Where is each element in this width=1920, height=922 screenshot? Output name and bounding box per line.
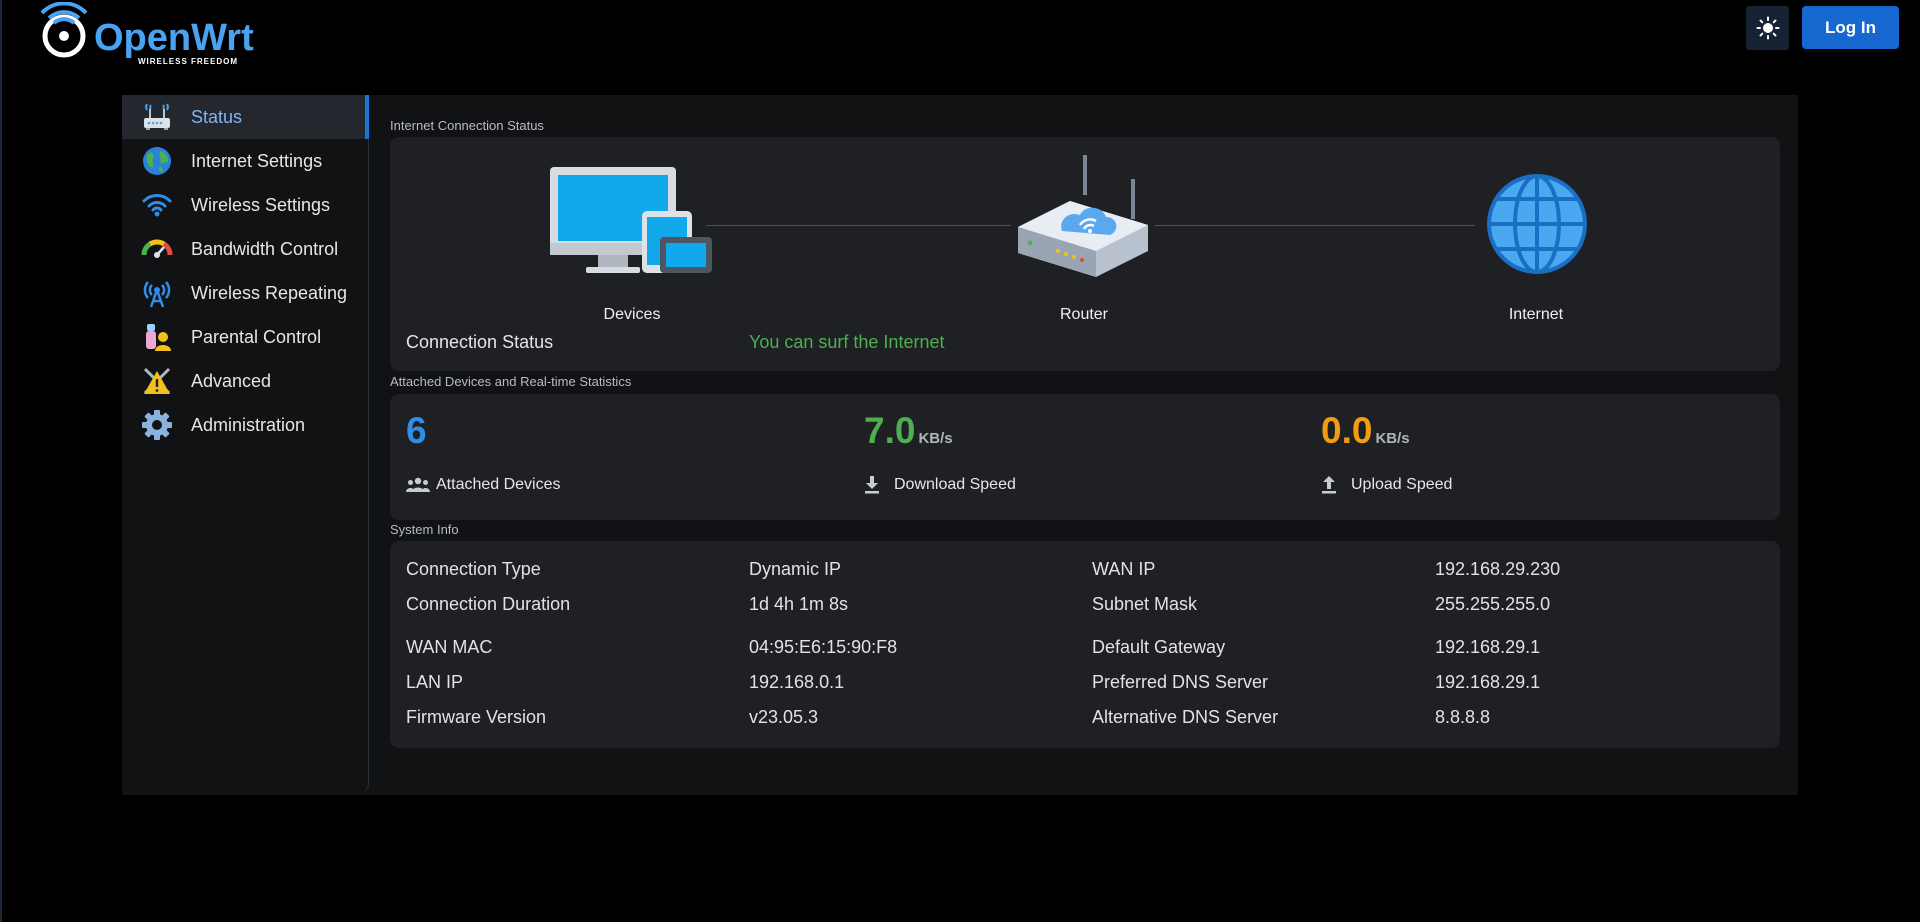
alternative-dns-label: Alternative DNS Server (1092, 707, 1279, 727)
sidebar: Status Internet Settings Wireless Settin… (122, 95, 369, 795)
connection-type-label: Connection Type (406, 559, 541, 579)
sidebar-item-label: Bandwidth Control (191, 238, 339, 259)
upload-speed-unit: KB/s (1375, 430, 1410, 447)
theme-toggle-button[interactable] (1746, 6, 1789, 50)
router-label: Router (1059, 306, 1109, 323)
upload-speed-label: Upload Speed (1351, 476, 1453, 493)
lan-ip-value: 192.168.0.1 (749, 672, 845, 692)
attached-devices-caption: Attached Devices (406, 476, 561, 494)
gear-icon (141, 409, 173, 441)
firmware-version-label: Firmware Version (406, 707, 547, 727)
download-speed-value: 7.0 (864, 410, 916, 451)
devices-icon[interactable] (550, 167, 714, 279)
connection-duration-value: 1d 4h 1m 8s (749, 594, 849, 614)
connection-status-label: Connection Status (406, 332, 554, 352)
download-speed-caption: Download Speed (864, 476, 1016, 494)
window-edge (0, 0, 2, 922)
subnet-mask-label: Subnet Mask (1092, 594, 1198, 614)
wan-ip-value: 192.168.29.230 (1435, 559, 1561, 579)
internet-status-card: Devices Router Internet Connection Statu… (390, 137, 1780, 371)
upload-speed-caption: Upload Speed (1321, 476, 1452, 494)
connection-line-devices-router (706, 225, 1011, 226)
wan-mac-value: 04:95:E6:15:90:F8 (749, 637, 898, 657)
sidebar-item-administration[interactable]: Administration (122, 403, 368, 447)
globe-icon (141, 145, 173, 177)
preferred-dns-value: 192.168.29.1 (1435, 672, 1541, 692)
svg-text:WIRELESS FREEDOM: WIRELESS FREEDOM (138, 57, 238, 66)
lan-ip-label: LAN IP (406, 672, 464, 692)
sidebar-item-bandwidth-control[interactable]: Bandwidth Control (122, 227, 368, 271)
sidebar-item-wireless-repeating[interactable]: Wireless Repeating (122, 271, 368, 315)
router-icon (141, 101, 173, 133)
default-gateway-label: Default Gateway (1092, 637, 1226, 657)
warning-tools-icon (141, 365, 173, 397)
sidebar-item-label: Wireless Repeating (191, 282, 348, 303)
connection-status-value: You can surf the Internet (749, 332, 945, 352)
sidebar-item-label: Internet Settings (191, 150, 323, 171)
sidebar-item-label: Status (191, 106, 243, 127)
attached-devices-label: Attached Devices (436, 476, 561, 493)
subnet-mask-value: 255.255.255.0 (1435, 594, 1551, 614)
wan-mac-label: WAN MAC (406, 637, 493, 657)
system-info-title: System Info (390, 522, 459, 537)
connection-type-value: Dynamic IP (749, 559, 842, 579)
internet-label: Internet (1508, 306, 1564, 323)
sidebar-item-advanced[interactable]: Advanced (122, 359, 368, 403)
system-info-card: Connection Type Dynamic IP Connection Du… (390, 541, 1780, 748)
sidebar-item-parental-control[interactable]: Parental Control (122, 315, 368, 359)
sidebar-item-label: Advanced (191, 370, 272, 391)
preferred-dns-label: Preferred DNS Server (1092, 672, 1269, 692)
wan-ip-label: WAN IP (1092, 559, 1156, 579)
internet-globe-icon[interactable] (1486, 173, 1588, 275)
antenna-icon (141, 277, 173, 309)
connection-duration-label: Connection Duration (406, 594, 571, 614)
default-gateway-value: 192.168.29.1 (1435, 637, 1541, 657)
gauge-icon (141, 233, 173, 265)
upload-speed-value: 0.0 (1321, 410, 1373, 451)
devices-label: Devices (603, 306, 661, 323)
users-icon (406, 477, 430, 492)
parental-icon (141, 321, 173, 353)
firmware-version-value: v23.05.3 (749, 707, 819, 727)
sidebar-item-label: Wireless Settings (191, 194, 331, 215)
upload-speed-stat[interactable]: 0.0 KB/s (1321, 410, 1410, 452)
openwrt-logo[interactable]: OpenWrt WIRELESS FREEDOM (40, 2, 280, 68)
sun-icon (1756, 16, 1779, 40)
svg-text:OpenWrt: OpenWrt (94, 17, 254, 59)
upload-icon (1322, 476, 1336, 494)
stats-title: Attached Devices and Real-time Statistic… (390, 374, 632, 389)
sidebar-item-label: Administration (191, 414, 306, 435)
router-icon[interactable] (1014, 155, 1154, 295)
download-speed-unit: KB/s (918, 430, 953, 447)
sidebar-item-label: Parental Control (191, 326, 322, 347)
main-container: Status Internet Settings Wireless Settin… (122, 95, 1798, 795)
wifi-icon (141, 189, 173, 221)
attached-devices-count: 6 (406, 410, 427, 451)
sidebar-item-status[interactable]: Status (122, 95, 369, 139)
sidebar-item-internet-settings[interactable]: Internet Settings (122, 139, 368, 183)
download-speed-label: Download Speed (894, 476, 1016, 493)
login-button[interactable]: Log In (1802, 6, 1899, 49)
attached-devices-stat[interactable]: 6 (406, 410, 427, 452)
sidebar-item-wireless-settings[interactable]: Wireless Settings (122, 183, 368, 227)
internet-status-title: Internet Connection Status (390, 118, 544, 133)
stats-card: 6 Attached Devices 7.0 KB/s Download Spee… (390, 394, 1780, 520)
connection-line-router-internet (1155, 225, 1475, 226)
alternative-dns-value: 8.8.8.8 (1435, 707, 1491, 727)
download-icon (865, 476, 879, 494)
download-speed-stat[interactable]: 7.0 KB/s (864, 410, 953, 452)
